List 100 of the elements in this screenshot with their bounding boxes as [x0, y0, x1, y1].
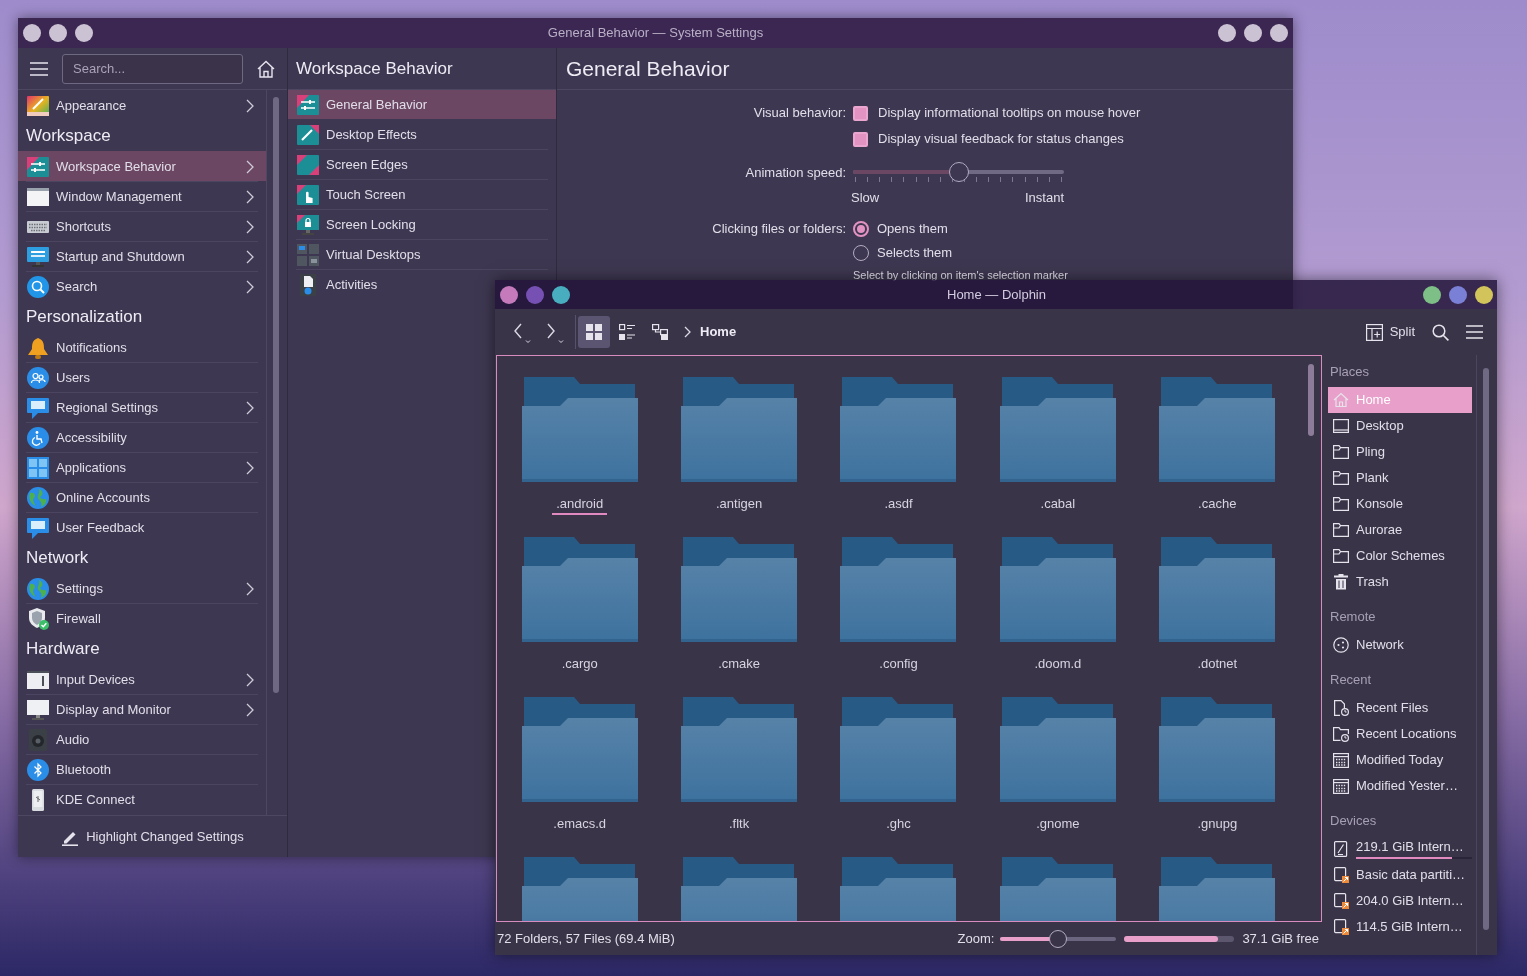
place-item[interactable]: Aurorae: [1328, 517, 1472, 543]
split-view-icon: [1365, 323, 1383, 341]
slider-track[interactable]: [853, 162, 1064, 184]
field-label: Clicking files or folders:: [712, 220, 846, 239]
folder-item[interactable]: .antigen: [659, 377, 819, 537]
scrollbar-thumb[interactable]: [1308, 364, 1314, 436]
window-button[interactable]: [23, 24, 41, 42]
window-button[interactable]: [1270, 24, 1288, 42]
place-item[interactable]: Plank: [1328, 465, 1472, 491]
place-item[interactable]: Modified Today: [1328, 747, 1472, 773]
sidebar-item[interactable]: Users: [18, 362, 266, 392]
folder-icon: [840, 697, 957, 802]
folder-item[interactable]: .fltk: [659, 697, 819, 857]
place-item[interactable]: Trash: [1328, 569, 1472, 595]
sidebar-item[interactable]: KDE Connect: [18, 784, 266, 814]
folder-item[interactable]: .config: [818, 537, 979, 697]
slider-thumb[interactable]: [948, 162, 969, 182]
folder-icon: [1333, 496, 1349, 512]
highlight-settings-button[interactable]: Highlight Changed Settings: [57, 822, 248, 851]
radio-label: Opens them: [877, 220, 948, 239]
place-item[interactable]: Modified Yester…: [1328, 773, 1472, 799]
place-item[interactable]: Network: [1328, 632, 1472, 658]
folder-item[interactable]: .cabal: [978, 377, 1138, 537]
sidebar-item[interactable]: Search: [18, 271, 266, 301]
sidebar-item[interactable]: Appearance: [18, 90, 266, 120]
folder-icon: [999, 377, 1116, 482]
place-item[interactable]: Recent Locations: [1328, 721, 1472, 747]
folder-item[interactable]: .doom.d: [978, 537, 1138, 697]
subcategory-item[interactable]: Touch Screen: [288, 180, 410, 209]
section-heading: Hardware: [26, 638, 100, 659]
folder-item[interactable]: .emacs.d: [500, 697, 660, 857]
place-item[interactable]: Recent Files: [1328, 695, 1472, 721]
window-button[interactable]: [1423, 285, 1441, 304]
sidebar-item[interactable]: Display and Monitor: [18, 694, 266, 724]
sidebar-item[interactable]: User Feedback: [18, 512, 266, 542]
sidebar-item[interactable]: Notifications: [18, 332, 266, 362]
zoom-thumb[interactable]: [1049, 929, 1068, 948]
subcategory-item[interactable]: Virtual Desktops: [288, 240, 425, 269]
sidebar-item[interactable]: Applications: [18, 452, 266, 482]
place-item[interactable]: 204.0 GiB Intern…: [1328, 888, 1472, 914]
folder-item[interactable]: .ghc: [818, 697, 979, 857]
radio-button[interactable]: [853, 221, 869, 237]
place-item[interactable]: 114.5 GiB Intern…: [1328, 914, 1472, 940]
search-field[interactable]: Search...: [62, 53, 243, 84]
checkbox[interactable]: [853, 131, 868, 147]
view-mode-button[interactable]: [578, 316, 610, 348]
sidebar-item[interactable]: Regional Settings: [18, 392, 266, 422]
scrollbar-thumb[interactable]: [273, 97, 279, 693]
sidebar-item[interactable]: Shortcuts: [18, 211, 266, 241]
scrollbar-thumb[interactable]: [1483, 368, 1489, 930]
window-button[interactable]: [1244, 24, 1262, 42]
folder-item[interactable]: .dotnet: [1137, 537, 1297, 697]
sidebar-item[interactable]: Audio: [18, 724, 266, 754]
sidebar-item[interactable]: Input Devices: [18, 664, 266, 694]
sidebar-item[interactable]: Startup and Shutdown: [18, 241, 266, 271]
subcategory-item[interactable]: Desktop Effects: [288, 120, 421, 149]
speaker-icon: [27, 728, 49, 751]
sidebar-item[interactable]: Bluetooth: [18, 754, 266, 784]
breadcrumb-item[interactable]: Home: [697, 320, 740, 344]
home-icon: [257, 59, 275, 78]
sidebar-item[interactable]: Workspace Behavior: [18, 151, 266, 181]
zoom-slider[interactable]: [1000, 929, 1117, 948]
window-button[interactable]: [1475, 285, 1493, 304]
radio-label: Selects them: [877, 244, 953, 263]
folder-icon: [521, 377, 638, 482]
place-item[interactable]: Basic data partiti…: [1328, 862, 1472, 888]
folder-icon: [681, 697, 798, 802]
place-item[interactable]: Pling: [1328, 439, 1472, 465]
folder-item[interactable]: .gnome: [978, 697, 1138, 857]
window-button[interactable]: [49, 24, 67, 42]
subcategory-item[interactable]: Activities: [288, 270, 382, 299]
place-item[interactable]: Konsole: [1328, 491, 1472, 517]
window-button[interactable]: [500, 285, 518, 304]
folder-item[interactable]: .cache: [1137, 377, 1297, 537]
place-item[interactable]: 219.1 GiB Intern…: [1328, 836, 1472, 862]
folder-icon: [681, 537, 798, 642]
folder-item[interactable]: .android: [500, 377, 660, 537]
accessibility-icon: [27, 426, 49, 449]
subcategory-item[interactable]: Screen Locking: [288, 210, 420, 239]
sidebar-item[interactable]: Settings: [18, 573, 266, 603]
sidebar-item[interactable]: Firewall: [18, 603, 266, 633]
place-item[interactable]: Color Schemes: [1328, 543, 1472, 569]
home-button[interactable]: [257, 59, 275, 78]
subcategory-item[interactable]: Screen Edges: [288, 150, 412, 179]
sidebar-item[interactable]: Window Management: [18, 181, 266, 211]
window-button[interactable]: [75, 24, 93, 42]
folder-item[interactable]: .gnupg: [1137, 697, 1297, 857]
folder-item[interactable]: .cargo: [500, 537, 660, 697]
folder-item[interactable]: .asdf: [818, 377, 979, 537]
checkbox[interactable]: [853, 105, 868, 121]
window-button[interactable]: [1218, 24, 1236, 42]
subcategory-item[interactable]: General Behavior: [288, 90, 556, 119]
sidebar-item[interactable]: Online Accounts: [18, 482, 266, 512]
place-item[interactable]: Desktop: [1328, 413, 1472, 439]
window-button[interactable]: [552, 285, 570, 304]
window-button[interactable]: [1449, 285, 1467, 304]
folder-item[interactable]: .cmake: [659, 537, 819, 697]
split-button[interactable]: Split: [1359, 316, 1421, 348]
grid-icon: [27, 456, 49, 479]
sidebar-item[interactable]: Accessibility: [18, 422, 266, 452]
